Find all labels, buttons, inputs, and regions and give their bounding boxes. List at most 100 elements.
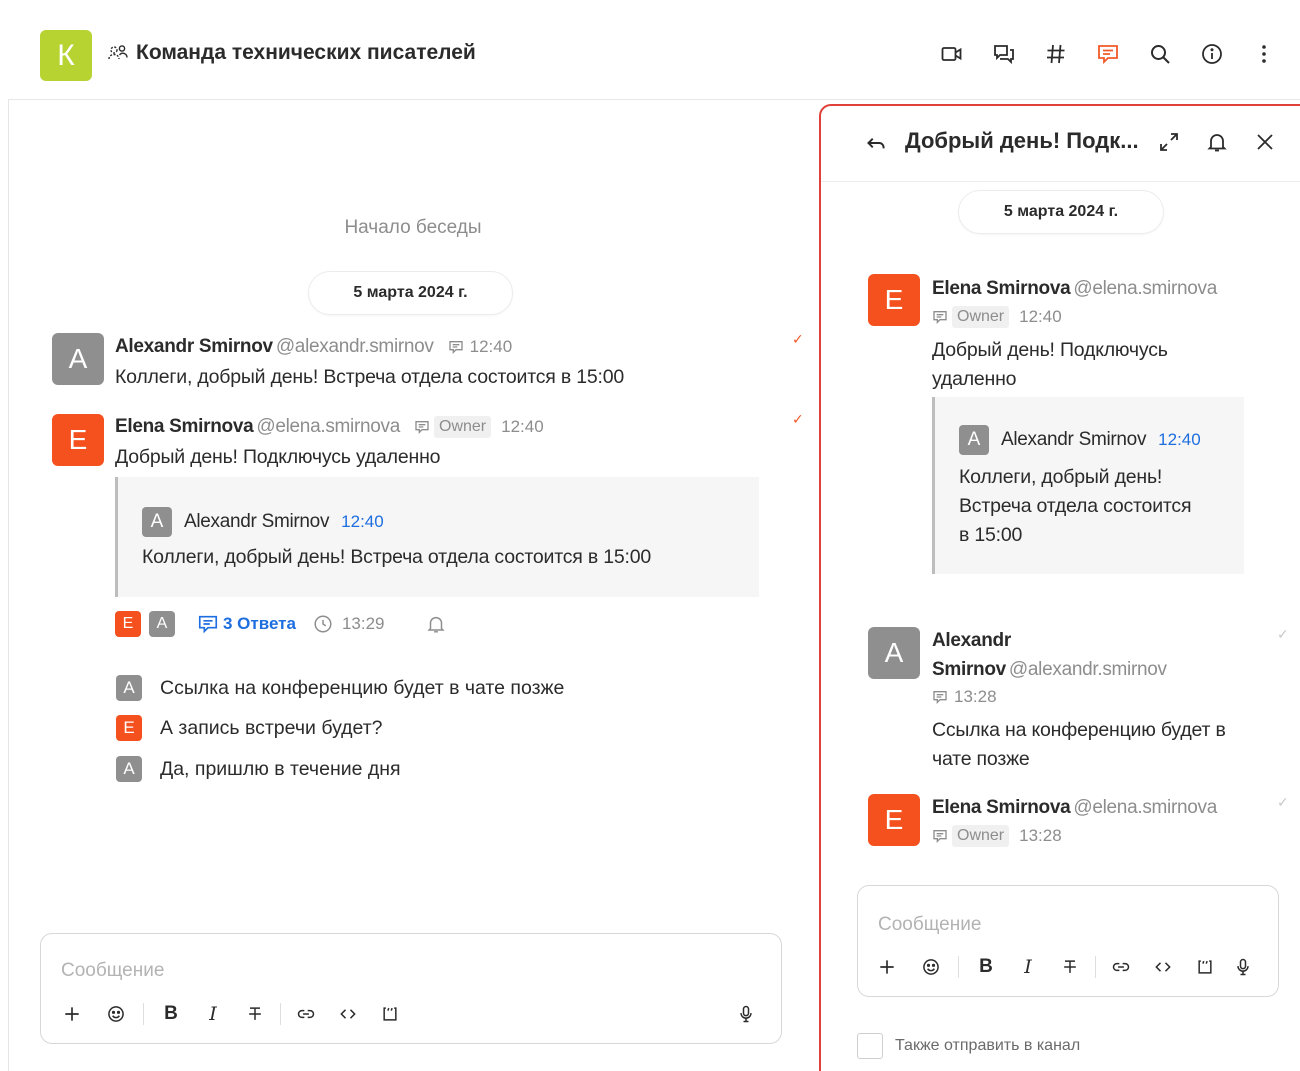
emoji-icon[interactable] xyxy=(920,956,942,978)
code-icon[interactable] xyxy=(1152,956,1174,978)
composer-toolbar: B I xyxy=(61,1003,401,1025)
author-name[interactable]: Alexandr xyxy=(932,630,1011,652)
thread-preview-text: Да, пришлю в течение дня xyxy=(160,757,401,780)
toolbar-divider xyxy=(280,1003,281,1025)
info-icon[interactable] xyxy=(1198,40,1226,68)
emoji-icon[interactable] xyxy=(105,1003,127,1025)
follow-thread-button[interactable] xyxy=(425,613,447,635)
role-badge: Owner xyxy=(434,416,492,438)
avatar[interactable]: A xyxy=(868,627,920,679)
room-title[interactable]: Команда технических писателей xyxy=(106,41,476,65)
microphone-icon[interactable] xyxy=(735,1003,757,1025)
close-icon[interactable] xyxy=(1251,128,1279,156)
bell-icon[interactable] xyxy=(1203,128,1231,156)
thread-replies-icon xyxy=(198,615,218,634)
message-text-line: удаленно xyxy=(932,368,1017,390)
quote-text: Коллеги, добрый день! Встреча отдела сос… xyxy=(959,463,1192,550)
bold-icon[interactable]: B xyxy=(975,956,997,978)
author-handle[interactable]: @elena.smirnova xyxy=(256,416,400,438)
channel-hash-icon[interactable] xyxy=(1042,40,1070,68)
plus-icon[interactable] xyxy=(876,956,898,978)
author-handle[interactable]: @alexandr.smirnov xyxy=(276,336,434,358)
message-text-line: Ссылка на конференцию будет в xyxy=(932,719,1226,741)
message-text: Ссылка на конференцию будет в чате позже xyxy=(932,716,1226,774)
participant-avatar: A xyxy=(149,611,175,637)
thread-message-icon xyxy=(933,311,947,324)
read-check-icon: ✓ xyxy=(792,411,804,427)
avatar[interactable]: A xyxy=(52,333,104,385)
italic-icon[interactable]: I xyxy=(1017,956,1039,978)
code-block-icon[interactable] xyxy=(1194,956,1216,978)
quote-time[interactable]: 12:40 xyxy=(341,512,384,532)
avatar[interactable]: E xyxy=(868,794,920,846)
message-text: Добрый день! Подключусь удаленно xyxy=(932,336,1168,394)
author-name[interactable]: Elena Smirnova xyxy=(932,797,1071,819)
avatar: A xyxy=(959,425,989,455)
message-input[interactable]: Сообщение xyxy=(878,914,981,936)
kebab-menu-icon[interactable] xyxy=(1250,40,1278,68)
quote-time[interactable]: 12:40 xyxy=(1158,430,1201,450)
also-send-label[interactable]: Также отправить в канал xyxy=(895,1037,1080,1055)
participant-avatar: E xyxy=(115,611,141,637)
thread-title: Добрый день! Подк... xyxy=(905,128,1139,153)
quote-author: Alexandr Smirnov xyxy=(1001,429,1147,450)
thread-composer: Сообщение B I xyxy=(857,885,1279,997)
message-composer: Сообщение B I xyxy=(40,933,782,1044)
thread-message-icon xyxy=(933,830,947,843)
author-name[interactable]: Alexandr Smirnov xyxy=(115,336,273,358)
back-arrow-icon[interactable] xyxy=(863,130,889,156)
avatar[interactable]: E xyxy=(52,414,104,466)
italic-icon[interactable]: I xyxy=(202,1003,224,1025)
link-icon[interactable] xyxy=(1110,956,1132,978)
code-icon[interactable] xyxy=(337,1003,359,1025)
author-name[interactable]: Smirnov xyxy=(932,659,1006,681)
thread-message-icon xyxy=(415,421,429,434)
strikethrough-icon[interactable] xyxy=(244,1003,266,1025)
thread-panel: Добрый день! Подк... 5 марта 2024 г. E E… xyxy=(819,104,1300,1071)
composer-toolbar: B I xyxy=(876,956,1254,978)
author-name[interactable]: Elena Smirnova xyxy=(115,416,254,438)
threads-icon[interactable] xyxy=(1094,40,1122,68)
message-meta: Owner 12:40 xyxy=(932,306,1062,328)
conversation-start-label: Начало беседы xyxy=(344,217,482,238)
bell-icon xyxy=(426,616,445,633)
video-call-icon[interactable] xyxy=(938,40,966,68)
last-reply-time: 13:29 xyxy=(341,614,385,633)
message-time: 12:40 xyxy=(1019,307,1062,326)
thread-message-icon xyxy=(448,341,463,354)
message-input[interactable]: Сообщение xyxy=(61,960,164,982)
thread-preview-text: Ссылка на конференцию будет в чате позже xyxy=(160,676,565,699)
avatar[interactable]: E xyxy=(868,274,920,326)
thread-preview-item[interactable]: A Ссылка на конференцию будет в чате поз… xyxy=(116,675,564,701)
message-text: Коллеги, добрый день! Встреча отдела сос… xyxy=(115,366,625,388)
search-icon[interactable] xyxy=(1146,40,1174,68)
plus-icon[interactable] xyxy=(61,1003,83,1025)
author-handle[interactable]: @elena.smirnova xyxy=(1073,797,1217,819)
thread-preview-item[interactable]: A Да, пришлю в течение дня xyxy=(116,756,401,782)
message-text: Добрый день! Подключусь удаленно xyxy=(115,446,441,468)
bold-icon[interactable]: B xyxy=(160,1003,182,1025)
clock-icon xyxy=(314,615,332,633)
replies-link[interactable]: 3 Ответа xyxy=(197,613,296,635)
microphone-icon[interactable] xyxy=(1232,956,1254,978)
code-block-icon[interactable] xyxy=(379,1003,401,1025)
thread-preview-text: А запись встречи будет? xyxy=(160,716,383,739)
strikethrough-icon[interactable] xyxy=(1059,956,1081,978)
discussions-icon[interactable] xyxy=(990,40,1018,68)
thread-message-icon xyxy=(933,691,947,704)
room-avatar[interactable]: К xyxy=(40,30,92,81)
read-check-icon: ✓ xyxy=(1277,626,1289,642)
quoted-message[interactable]: A Alexandr Smirnov 12:40 Коллеги, добрый… xyxy=(932,397,1244,574)
message-meta: Owner 13:28 xyxy=(932,825,1062,847)
author-name[interactable]: Elena Smirnova xyxy=(932,278,1071,300)
also-send-checkbox[interactable] xyxy=(857,1033,883,1059)
thread-preview-item[interactable]: E А запись встречи будет? xyxy=(116,715,383,741)
link-icon[interactable] xyxy=(295,1003,317,1025)
thread-header-actions xyxy=(1155,128,1279,156)
expand-icon[interactable] xyxy=(1155,128,1183,156)
avatar: E xyxy=(116,715,142,741)
author-handle[interactable]: @alexandr.smirnov xyxy=(1009,659,1167,681)
quoted-message[interactable]: A Alexandr Smirnov 12:40 Коллеги, добрый… xyxy=(115,477,759,597)
author-handle[interactable]: @elena.smirnova xyxy=(1073,278,1217,300)
team-icon xyxy=(108,45,128,60)
